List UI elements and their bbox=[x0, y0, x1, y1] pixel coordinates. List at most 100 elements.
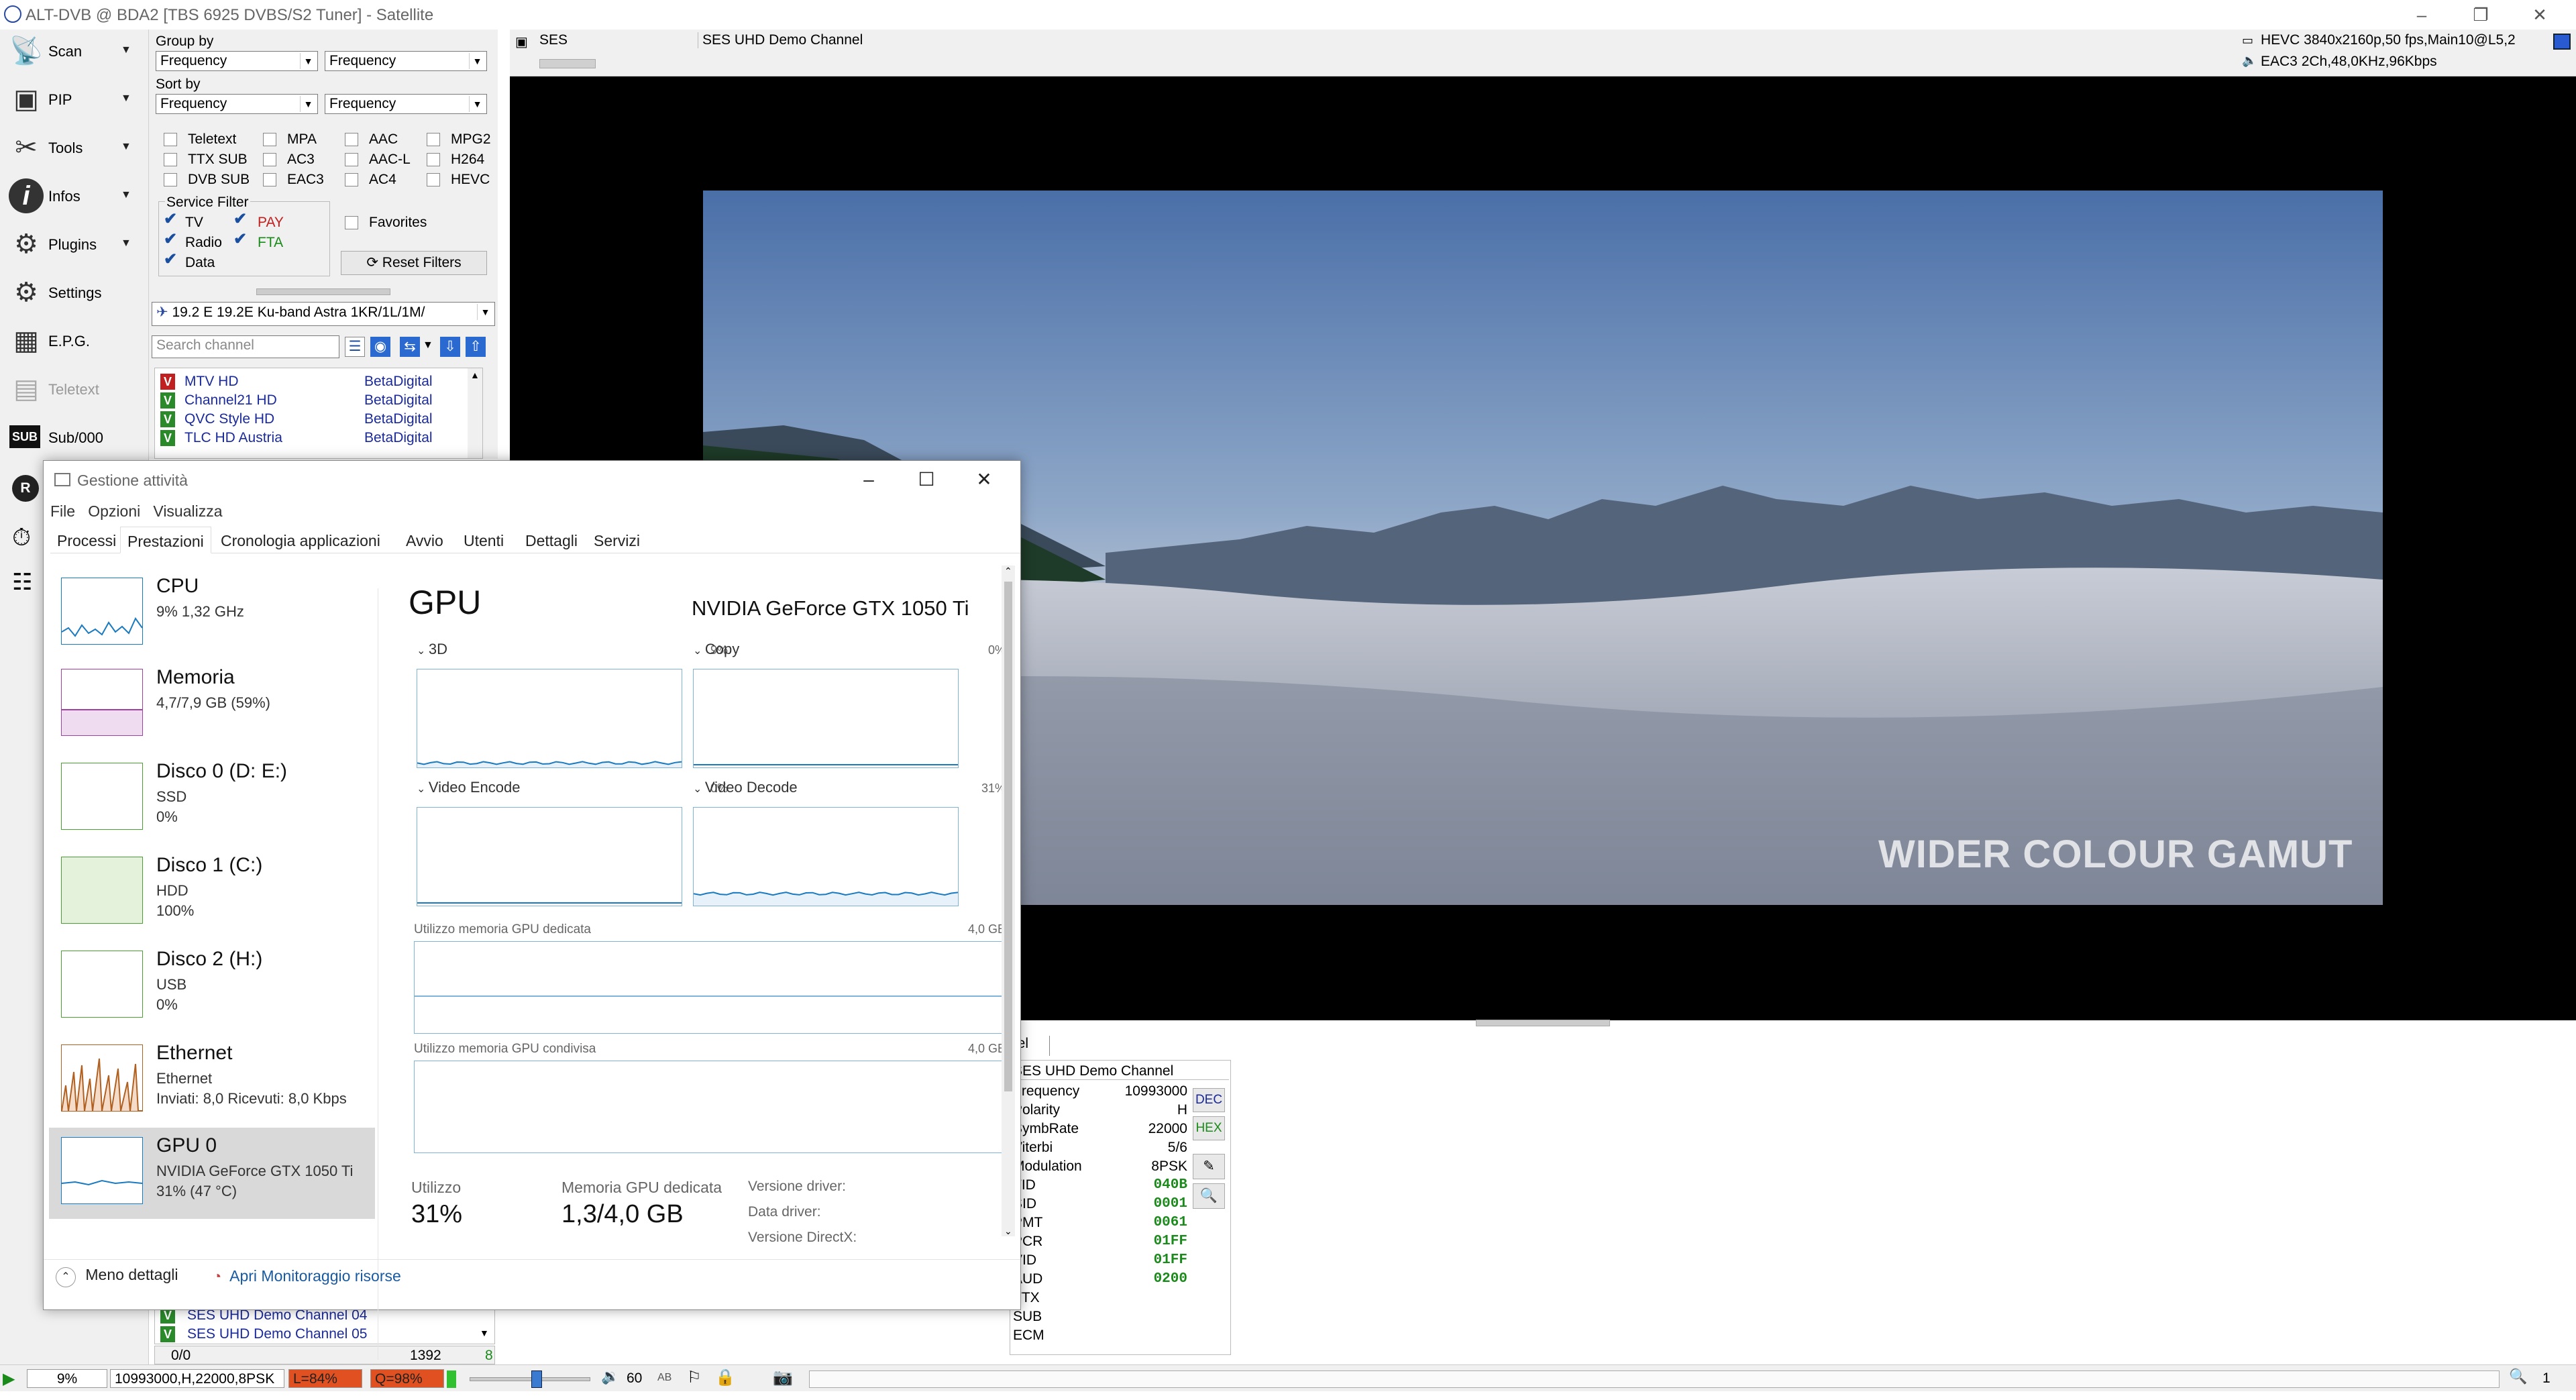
volume-icon[interactable]: 🔉 bbox=[601, 1368, 619, 1385]
sort-by-select-2[interactable]: Frequency ▼ bbox=[325, 94, 487, 114]
collapse-handle[interactable] bbox=[256, 288, 390, 295]
dropdown-arrow-icon[interactable]: ▼ bbox=[121, 189, 131, 201]
check-tv[interactable]: ✔ bbox=[164, 209, 177, 229]
tv-icon[interactable]: ◉ bbox=[370, 337, 390, 357]
sort-up-icon[interactable]: ⇧ bbox=[466, 337, 486, 357]
checkbox-hevc[interactable] bbox=[427, 173, 440, 186]
dropdown-arrow-icon[interactable]: ▼ bbox=[121, 141, 131, 153]
sidebar-item-plugins[interactable]: ⚙ Plugins ▼ bbox=[7, 223, 141, 266]
play-icon[interactable]: ▶ bbox=[3, 1369, 15, 1389]
group-by-select-2[interactable]: Frequency ▼ bbox=[325, 51, 487, 71]
check-radio[interactable]: ✔ bbox=[164, 229, 177, 249]
resource-gpu-0[interactable]: GPU 0 NVIDIA GeForce GTX 1050 Ti 31% (47… bbox=[49, 1128, 375, 1219]
engine-copy-label[interactable]: ⌄ Copy bbox=[693, 641, 739, 658]
menu-options[interactable]: Opzioni bbox=[88, 502, 140, 520]
checkbox-mpa[interactable] bbox=[263, 133, 276, 146]
engine-3d-label[interactable]: ⌄ 3D bbox=[417, 641, 447, 658]
resource-ethernet[interactable]: Ethernet Ethernet Inviati: 8,0 Ricevuti:… bbox=[49, 1035, 375, 1126]
checkbox-ttx-sub[interactable] bbox=[164, 153, 177, 166]
check-data[interactable]: ✔ bbox=[164, 250, 177, 269]
tab-startup[interactable]: Avvio bbox=[399, 527, 450, 553]
splitter-handle[interactable] bbox=[1476, 1020, 1610, 1026]
volume-slider[interactable] bbox=[470, 1377, 590, 1381]
sidebar-item-settings[interactable]: ⚙ Settings bbox=[7, 271, 141, 314]
sidebar-item-sub[interactable]: SUB Sub/000 bbox=[7, 416, 141, 459]
resource-disk-0[interactable]: Disco 0 (D: E:) SSD 0% bbox=[49, 753, 375, 845]
satellite-select[interactable]: ✈ 19.2 E 19.2E Ku-band Astra 1KR/1L/1M/ … bbox=[152, 302, 495, 326]
scroll-down-icon[interactable]: ▼ bbox=[480, 1328, 489, 1338]
sidebar-item-infos[interactable]: i Infos ▼ bbox=[7, 174, 141, 217]
sidebar-item-pip[interactable]: ▣ PIP ▼ bbox=[7, 78, 141, 121]
table-row[interactable]: V TLC HD Austria BetaDigital bbox=[155, 429, 464, 447]
record-icon[interactable]: R bbox=[12, 475, 39, 502]
volume-thumb[interactable] bbox=[531, 1370, 542, 1388]
tab-services[interactable]: Servizi bbox=[587, 527, 647, 553]
table-row[interactable]: V MTV HD BetaDigital bbox=[155, 372, 464, 391]
scroll-down-icon[interactable]: ⌄ bbox=[1004, 1226, 1012, 1237]
table-row[interactable]: V Channel21 HD BetaDigital bbox=[155, 391, 464, 410]
search-channel-input[interactable]: Search channel bbox=[152, 335, 339, 358]
dropdown-arrow-icon[interactable]: ▼ bbox=[121, 237, 131, 250]
resource-disk-1[interactable]: Disco 1 (C:) HDD 100% bbox=[49, 847, 375, 938]
dec-button[interactable]: DEC bbox=[1193, 1088, 1225, 1112]
checkbox-favorites[interactable] bbox=[345, 216, 358, 229]
open-resource-monitor-link[interactable]: ◔ Apri Monitoraggio risorse bbox=[213, 1267, 401, 1285]
resource-memory[interactable]: Memoria 4,7/7,9 GB (59%) bbox=[49, 659, 375, 751]
sidebar-item-epg[interactable]: ▦ E.P.G. bbox=[7, 319, 141, 362]
channel-list-bottom[interactable]: V SES UHD Demo Channel 04 V SES UHD Demo… bbox=[154, 1307, 495, 1344]
resource-cpu[interactable]: CPU 9% 1,32 GHz bbox=[49, 568, 375, 659]
lock-icon[interactable]: 🔒 bbox=[715, 1368, 735, 1387]
chevron-down-icon[interactable]: ▼ bbox=[423, 339, 433, 352]
engine-video-decode-label[interactable]: ⌄ Video Decode bbox=[693, 779, 798, 796]
menu-view[interactable]: Visualizza bbox=[153, 502, 222, 520]
check-pay[interactable]: ✔ bbox=[233, 209, 247, 229]
group-by-select-1[interactable]: Frequency ▼ bbox=[156, 51, 318, 71]
search-icon[interactable]: 🔍 bbox=[1193, 1183, 1225, 1209]
tab-details[interactable]: Dettagli bbox=[519, 527, 584, 553]
sort-by-select-1[interactable]: Frequency ▼ bbox=[156, 94, 318, 114]
timer-icon[interactable]: ⏱ bbox=[12, 523, 39, 551]
close-icon[interactable]: ✕ bbox=[2520, 3, 2560, 27]
scroll-up-icon[interactable]: ▲ bbox=[470, 370, 480, 380]
check-fta[interactable]: ✔ bbox=[233, 229, 247, 249]
checkbox-h264[interactable] bbox=[427, 153, 440, 166]
engine-video-encode-label[interactable]: ⌄ Video Encode bbox=[417, 779, 520, 796]
reset-filters-button[interactable]: ⟳ Reset Filters bbox=[341, 251, 487, 275]
tab-performance[interactable]: Prestazioni bbox=[120, 527, 211, 553]
menu-file[interactable]: File bbox=[50, 502, 75, 520]
minimize-icon[interactable]: – bbox=[842, 465, 896, 494]
zoom-icon[interactable]: 🔍 bbox=[2509, 1368, 2527, 1385]
scroll-up-icon[interactable]: ⌃ bbox=[1004, 566, 1012, 577]
checkbox-mpg2[interactable] bbox=[427, 133, 440, 146]
sidebar-item-scan[interactable]: 📡 Scan ▼ bbox=[7, 30, 141, 72]
fewer-details-button[interactable]: ⌃ Meno dettagli bbox=[56, 1266, 178, 1287]
scrollbar[interactable] bbox=[1002, 566, 1015, 1236]
filter-icon[interactable]: ⇆ bbox=[400, 337, 420, 357]
network-icon[interactable]: ☷ bbox=[12, 569, 39, 596]
tab-processes[interactable]: Processi bbox=[50, 527, 123, 553]
scrollbar[interactable] bbox=[468, 368, 482, 458]
checkbox-teletext[interactable] bbox=[164, 133, 177, 146]
checkbox-ac3[interactable] bbox=[263, 153, 276, 166]
tag-icon[interactable]: ⚐ bbox=[687, 1368, 702, 1387]
table-row[interactable]: V QVC Style HD BetaDigital bbox=[155, 410, 464, 429]
fullscreen-toggle-icon[interactable] bbox=[2553, 34, 2571, 50]
list-view-icon[interactable]: ☰ bbox=[345, 337, 365, 357]
hex-button[interactable]: HEX bbox=[1193, 1116, 1225, 1140]
checkbox-aac[interactable] bbox=[345, 133, 358, 146]
checkbox-aac-l[interactable] bbox=[345, 153, 358, 166]
channel-list[interactable]: V MTV HD BetaDigital V Channel21 HD Beta… bbox=[154, 368, 483, 459]
dropdown-arrow-icon[interactable]: ▼ bbox=[121, 93, 131, 105]
sidebar-item-teletext[interactable]: ▤ Teletext bbox=[7, 368, 141, 411]
tab-users[interactable]: Utenti bbox=[457, 527, 511, 553]
maximize-icon[interactable]: ☐ bbox=[900, 465, 953, 494]
resource-disk-2[interactable]: Disco 2 (H:) USB 0% bbox=[49, 941, 375, 1032]
checkbox-dvb-sub[interactable] bbox=[164, 173, 177, 186]
task-manager-window[interactable]: Gestione attività – ☐ ✕ File Opzioni Vis… bbox=[43, 460, 1021, 1360]
checkbox-eac3[interactable] bbox=[263, 173, 276, 186]
sort-down-icon[interactable]: ⇩ bbox=[440, 337, 460, 357]
edit-icon[interactable]: ✎ bbox=[1193, 1154, 1225, 1179]
minimize-icon[interactable]: – bbox=[2402, 3, 2442, 27]
close-icon[interactable]: ✕ bbox=[957, 465, 1011, 494]
camera-icon[interactable]: 📷 bbox=[773, 1368, 793, 1387]
